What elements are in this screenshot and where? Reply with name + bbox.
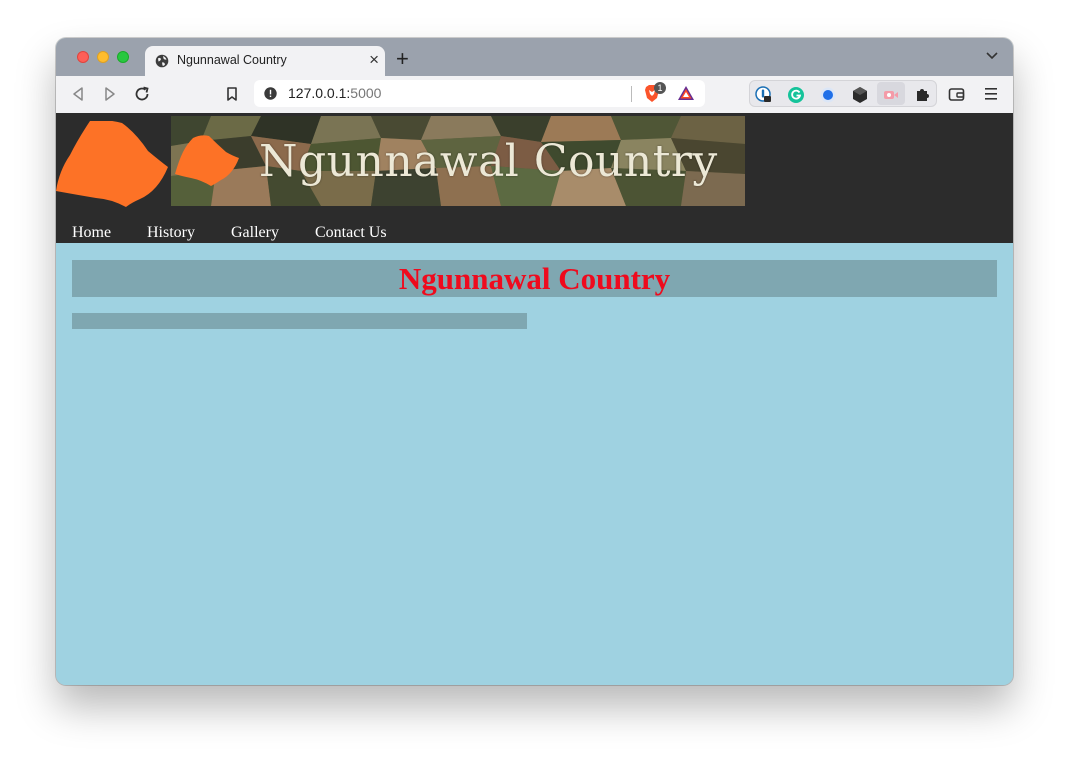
brave-shields-badge: 1 bbox=[654, 82, 666, 94]
extensions-puzzle-icon[interactable] bbox=[914, 86, 932, 104]
tab-list-chevron-icon[interactable] bbox=[985, 51, 999, 61]
forward-icon[interactable] bbox=[100, 84, 120, 104]
url-separator bbox=[631, 86, 632, 102]
nav-home[interactable]: Home bbox=[72, 224, 111, 242]
site-header: Ngunnawal Country Home History Gallery C… bbox=[56, 113, 1013, 243]
web-page: Ngunnawal Country Home History Gallery C… bbox=[56, 113, 1013, 685]
close-window-button[interactable] bbox=[77, 51, 89, 63]
new-tab-button[interactable]: + bbox=[396, 48, 409, 70]
site-logo[interactable] bbox=[56, 121, 168, 207]
browser-toolbar: 127.0.0.1:5000 1 bbox=[56, 76, 1013, 114]
active-tab[interactable]: Ngunnawal Country × bbox=[145, 46, 385, 76]
zoom-window-button[interactable] bbox=[117, 51, 129, 63]
cube-extension-icon[interactable] bbox=[851, 86, 869, 104]
close-tab-icon[interactable]: × bbox=[369, 50, 379, 70]
banner-title: Ngunnawal Country bbox=[259, 136, 718, 187]
address-bar[interactable]: 127.0.0.1:5000 1 bbox=[254, 80, 705, 107]
password-manager-icon[interactable] bbox=[755, 86, 773, 104]
minimize-window-button[interactable] bbox=[97, 51, 109, 63]
page-title: Ngunnawal Country bbox=[398, 261, 671, 296]
video-extension-icon[interactable] bbox=[882, 86, 900, 104]
url-host: 127.0.0.1: bbox=[288, 85, 351, 101]
tab-title: Ngunnawal Country bbox=[177, 53, 287, 67]
menu-icon[interactable] bbox=[985, 87, 997, 101]
bookmark-icon[interactable] bbox=[222, 84, 242, 104]
blue-dot-extension-icon[interactable] bbox=[819, 86, 837, 104]
nav-gallery[interactable]: Gallery bbox=[231, 224, 279, 242]
globe-icon bbox=[155, 54, 169, 68]
reload-icon[interactable] bbox=[132, 84, 152, 104]
tab-bar: Ngunnawal Country × + bbox=[56, 38, 1013, 76]
back-icon[interactable] bbox=[68, 84, 88, 104]
wallet-icon[interactable] bbox=[948, 86, 965, 102]
browser-window: Ngunnawal Country × + 127.0.0.1:5000 1 N… bbox=[56, 38, 1013, 685]
site-info-icon[interactable] bbox=[264, 87, 277, 100]
nav-contact-us[interactable]: Contact Us bbox=[315, 224, 387, 242]
brave-rewards-icon[interactable] bbox=[677, 85, 695, 101]
url-text[interactable]: 127.0.0.1:5000 bbox=[288, 85, 381, 101]
nav-history[interactable]: History bbox=[147, 224, 195, 242]
extensions-group bbox=[749, 80, 937, 107]
empty-content-bar bbox=[72, 313, 527, 329]
url-port: 5000 bbox=[350, 85, 382, 101]
grammarly-icon[interactable] bbox=[787, 86, 805, 104]
page-heading-box: Ngunnawal Country bbox=[72, 260, 997, 297]
site-banner: Ngunnawal Country bbox=[171, 116, 745, 206]
